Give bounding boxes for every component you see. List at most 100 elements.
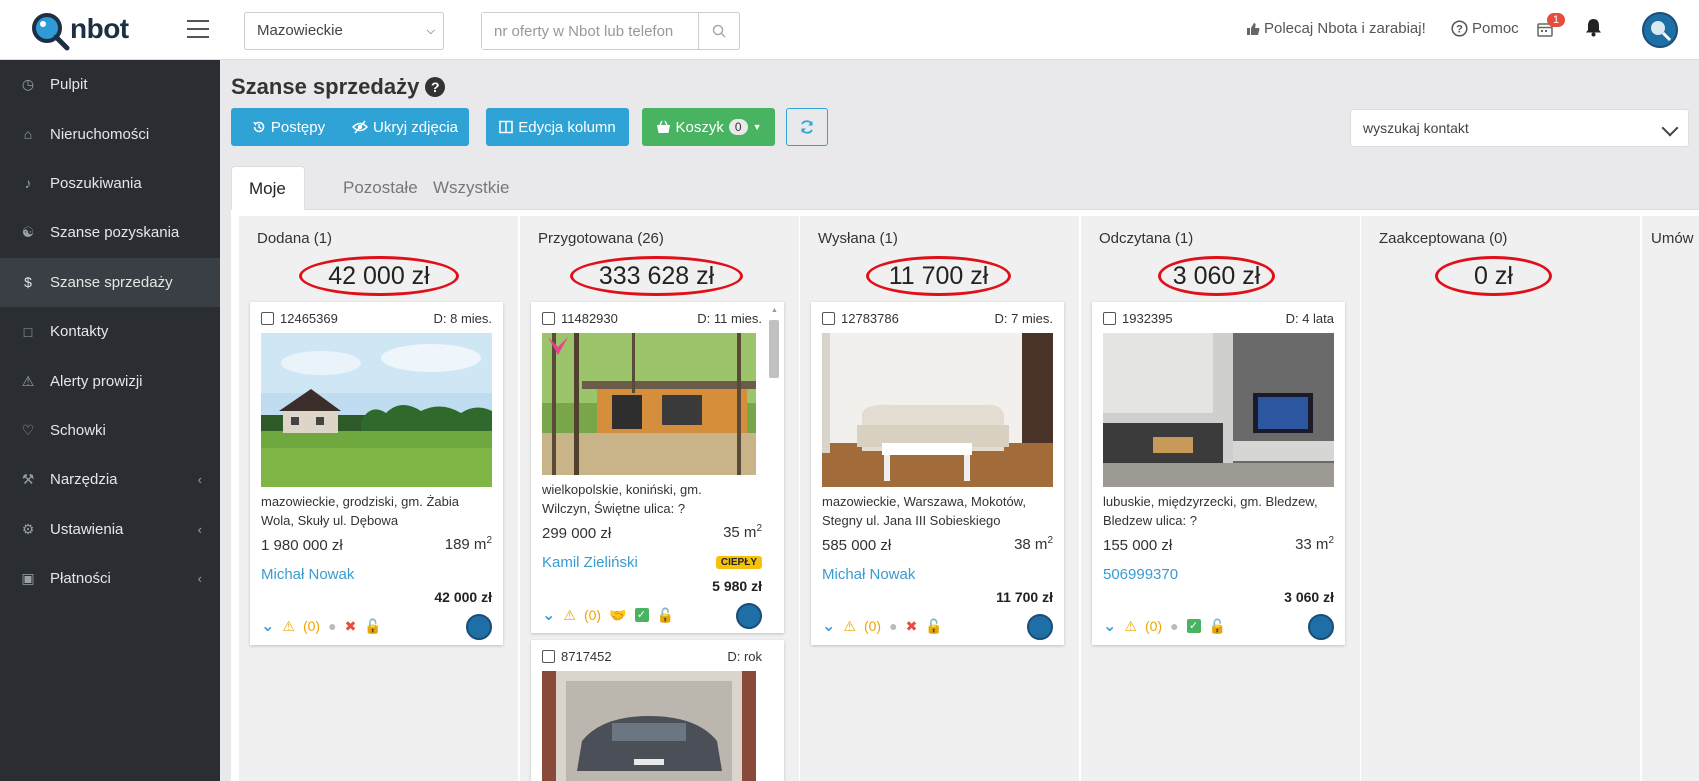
offer-photo[interactable] [542, 671, 756, 781]
svg-text:?: ? [1456, 24, 1463, 36]
garage-photo [542, 671, 756, 781]
offer-photo[interactable] [542, 333, 756, 475]
warning-icon[interactable]: ⚠ [563, 607, 576, 624]
calendar-badge: 1 [1547, 13, 1566, 27]
offer-card[interactable]: 1932395 D: 4 lata lubuskie, międzyrzecki… [1092, 302, 1345, 645]
help-question-icon[interactable]: ? [425, 77, 446, 97]
offer-checkbox[interactable] [542, 650, 555, 663]
lead-temperature-badge: CIEPŁY [715, 556, 762, 569]
page-title: Szanse sprzedaży ? [231, 74, 446, 100]
offer-checkbox[interactable] [822, 312, 835, 325]
check-square-icon[interactable]: ✓ [1186, 619, 1201, 633]
offer-phone-link[interactable]: 506999370 [1103, 566, 1178, 583]
column-amount: 333 628 zł [570, 256, 743, 296]
sidebar-item-płatności[interactable]: ▣ Płatności ‹ [0, 554, 220, 603]
offer-price: 585 000 zł [822, 537, 892, 554]
warning-icon[interactable]: ⚠ [1124, 618, 1137, 635]
user-icon[interactable]: ● [889, 618, 897, 634]
offer-photo[interactable] [261, 333, 492, 487]
sidebar-item-schowki[interactable]: ♡ Schowki [0, 406, 220, 455]
offer-price: 155 000 zł [1103, 537, 1173, 554]
hide-photos-button[interactable]: Ukryj zdjęcia [341, 108, 469, 146]
unlock-icon[interactable]: 🔓 [1209, 618, 1226, 635]
offer-duration: D: 11 mies. [697, 311, 762, 326]
sidebar-item-kontakty[interactable]: □ Kontakty [0, 307, 220, 356]
offer-card[interactable]: 12783786 D: 7 mies. mazowieckie, Warszaw… [811, 302, 1064, 645]
offer-agent-link[interactable]: Michał Nowak [822, 566, 915, 583]
column-amount: 11 700 zł [866, 256, 1011, 296]
nbot-round-icon[interactable] [1027, 614, 1053, 640]
recommend-link[interactable]: Polecaj Nbota i zarabiaj! [1246, 20, 1426, 37]
sidebar-item-poszukiwania[interactable]: ♪ Poszukiwania [0, 159, 220, 208]
warning-count: (0) [302, 618, 321, 634]
basket-button[interactable]: Koszyk 0 ▼ [642, 108, 775, 146]
offer-id: 11482930 [561, 311, 618, 326]
nbot-round-icon[interactable] [1308, 614, 1334, 640]
offer-photo[interactable] [822, 333, 1053, 487]
offer-card[interactable]: 12465369 D: 8 mies. mazowieckie, grodzis… [250, 302, 503, 645]
user-icon[interactable]: ● [1170, 618, 1178, 634]
sidebar-item-pulpit[interactable]: ◷ Pulpit [0, 60, 220, 109]
unlock-icon[interactable]: 🔓 [364, 618, 381, 635]
sidebar-item-alerty-prowizji[interactable]: ⚠ Alerty prowizji [0, 356, 220, 405]
offer-checkbox[interactable] [542, 312, 555, 325]
offer-card[interactable]: 11482930 D: 11 mies. wielkopolskie, koni… [531, 302, 784, 633]
contact-search-select[interactable]: wyszukaj kontakt [1350, 109, 1689, 147]
region-select[interactable]: Mazowieckie ⌵ [244, 12, 444, 50]
warning-icon[interactable]: ⚠ [843, 618, 856, 635]
help-link[interactable]: ? Pomoc [1451, 20, 1519, 37]
user-avatar[interactable] [1642, 12, 1678, 48]
warning-count: (0) [1144, 618, 1163, 634]
offer-photo[interactable] [1103, 333, 1334, 487]
chevron-down-icon[interactable]: ⌄ [822, 616, 835, 636]
close-icon[interactable]: ✖ [345, 618, 357, 635]
offer-area: 33 m2 [1295, 535, 1334, 553]
user-icon[interactable]: ● [328, 618, 336, 634]
notifications-button[interactable] [1585, 18, 1602, 40]
nbot-round-icon[interactable] [466, 614, 492, 640]
sidebar-item-szanse-sprzedaży[interactable]: $ Szanse sprzedaży [0, 257, 220, 307]
refresh-button[interactable] [786, 108, 828, 146]
sidebar-item-nieruchomości[interactable]: ⌂ Nieruchomości [0, 109, 220, 158]
logo-magnifier-icon [32, 13, 70, 51]
offer-agent-link[interactable]: Kamil Zieliński [542, 554, 638, 571]
sidebar-item-label: Alerty prowizji [50, 372, 143, 390]
unlock-icon[interactable]: 🔓 [925, 618, 942, 635]
sidebar-item-narzędzia[interactable]: ⚒ Narzędzia ‹ [0, 455, 220, 504]
caret-down-icon: ▼ [752, 122, 762, 132]
offer-card[interactable]: 8717452 D: rok [531, 640, 784, 781]
scroll-up-icon[interactable]: ▲ [771, 307, 778, 314]
sidebar-item-label: Pulpit [50, 76, 88, 94]
tab-wszystkie[interactable]: Wszystkie [415, 166, 528, 210]
progress-button[interactable]: Postępy [231, 108, 346, 146]
offer-checkbox[interactable] [261, 312, 274, 325]
offer-price: 1 980 000 zł [261, 537, 343, 554]
unlock-icon[interactable]: 🔓 [657, 607, 674, 624]
sidebar-item-ustawienia[interactable]: ⚙ Ustawienia ‹ [0, 505, 220, 554]
offer-checkbox[interactable] [1103, 312, 1116, 325]
edit-columns-button[interactable]: Edycja kolumn [486, 108, 629, 146]
sidebar-item-label: Ustawienia [50, 520, 124, 538]
handshake-icon[interactable]: 🤝 [609, 607, 626, 624]
avatar-logo-icon [1651, 21, 1672, 42]
close-icon[interactable]: ✖ [906, 618, 918, 635]
bell-icon [1586, 19, 1601, 37]
chevron-down-icon[interactable]: ⌄ [261, 616, 274, 636]
chevron-down-icon[interactable]: ⌄ [1103, 616, 1116, 636]
sidebar-item-szanse-pozyskania[interactable]: ☯ Szanse pozyskania [0, 208, 220, 257]
refresh-icon [801, 120, 813, 134]
menu-toggle-icon[interactable] [187, 20, 209, 38]
tab-moje[interactable]: Moje [231, 166, 305, 210]
chevron-left-icon: ‹ [197, 571, 202, 587]
offer-search-input[interactable] [482, 13, 700, 49]
address-book-icon: □ [23, 323, 33, 340]
offer-agent-link[interactable]: Michał Nowak [261, 566, 354, 583]
warning-icon[interactable]: ⚠ [282, 618, 295, 635]
check-square-icon[interactable]: ✓ [634, 608, 649, 622]
column-umow: Umów [1642, 216, 1699, 781]
nbot-round-icon[interactable] [736, 603, 762, 629]
sidebar-item-label: Szanse pozyskania [50, 224, 180, 242]
search-button[interactable] [698, 13, 739, 49]
chevron-down-icon[interactable]: ⌄ [542, 605, 555, 625]
scrollbar-thumb[interactable] [769, 320, 779, 378]
